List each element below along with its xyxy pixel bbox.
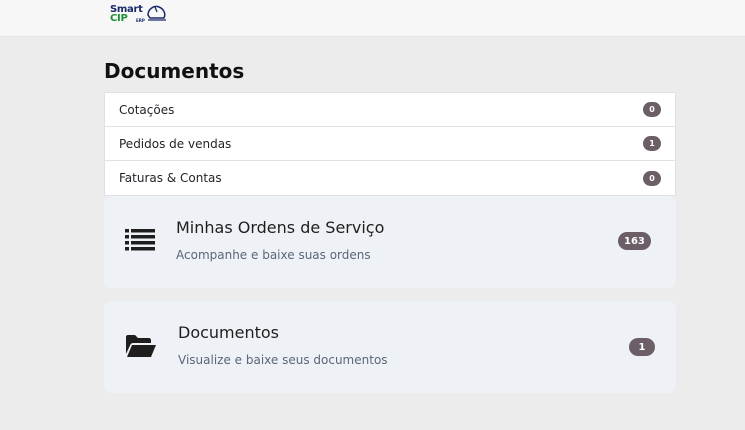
logo-mark-icon — [147, 5, 166, 21]
count-badge: 1 — [629, 338, 655, 356]
list-icon — [125, 229, 155, 251]
list-item-label: Cotações — [119, 102, 175, 117]
card-title: Documentos — [178, 323, 280, 342]
card-subtitle: Visualize e baixe seus documentos — [178, 353, 388, 367]
list-item-cotacoes[interactable]: Cotações 0 — [105, 93, 675, 127]
list-item-faturas-contas[interactable]: Faturas & Contas 0 — [105, 161, 675, 195]
count-badge: 0 — [643, 170, 661, 186]
documents-list: Cotações 0 Pedidos de vendas 1 Faturas &… — [104, 92, 676, 196]
list-item-label: Faturas & Contas — [119, 171, 222, 185]
count-badge: 1 — [643, 136, 661, 151]
list-item-pedidos-de-vendas[interactable]: Pedidos de vendas 1 — [105, 127, 675, 161]
count-badge: 163 — [618, 232, 651, 250]
logo[interactable]: Smart CIP ERP — [110, 3, 168, 27]
logo-text-line2: CIP — [110, 13, 128, 24]
list-item-label: Pedidos de vendas — [119, 136, 232, 151]
logo-tag: ERP — [136, 18, 145, 23]
folder-open-icon — [126, 335, 156, 357]
card-title: Minhas Ordens de Serviço — [176, 218, 385, 237]
documents-card[interactable]: Documentos Visualize e baixe seus docume… — [104, 301, 676, 393]
card-subtitle: Acompanhe e baixe suas ordens — [176, 248, 371, 262]
top-bar: Smart CIP ERP — [0, 0, 745, 37]
count-badge: 0 — [643, 102, 661, 117]
page-title: Documentos — [104, 59, 245, 83]
service-orders-card[interactable]: Minhas Ordens de Serviço Acompanhe e bai… — [104, 196, 676, 288]
